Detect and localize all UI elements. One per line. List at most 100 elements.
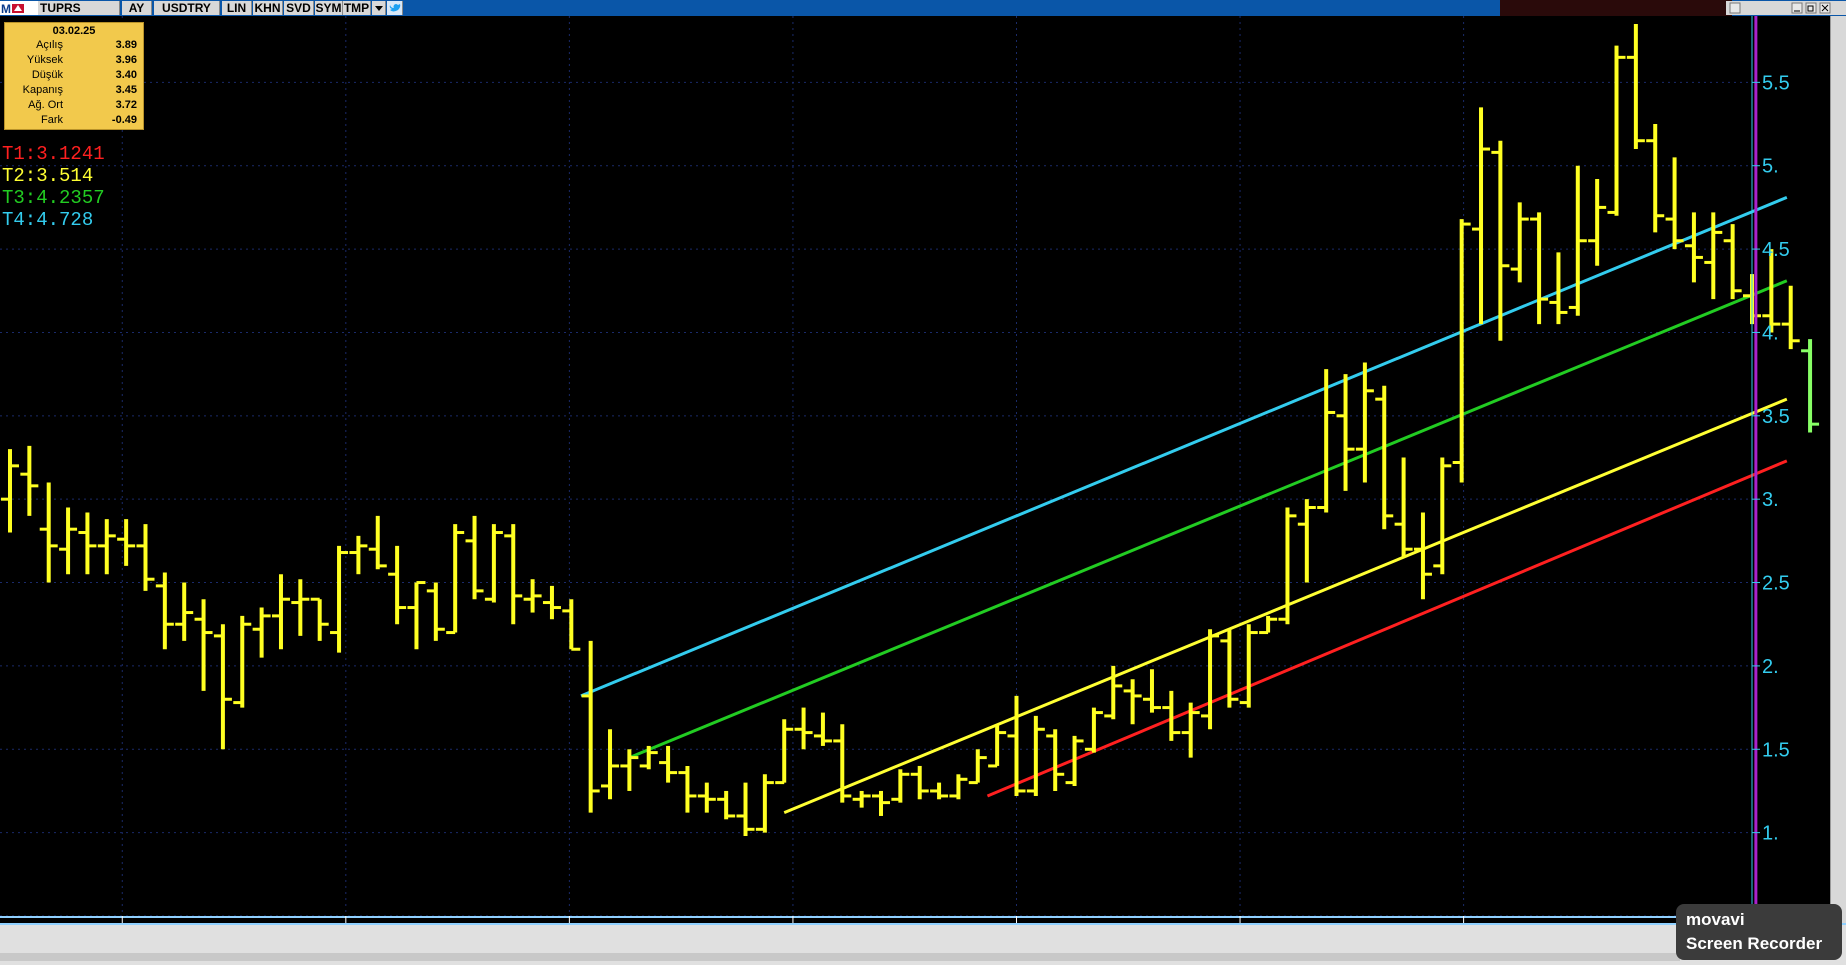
y-tick-label: 1.	[1762, 823, 1779, 845]
y-tick-label: 5.5	[1762, 72, 1790, 94]
currency-button[interactable]: USDTRY	[154, 1, 220, 15]
ohlc-bar	[1142, 669, 1161, 713]
twitter-icon[interactable]	[387, 1, 403, 15]
symbol-field[interactable]: TUPRS	[38, 1, 120, 15]
ohlc-bar	[233, 615, 252, 708]
trendline-label-t1: T1:3.1241	[2, 143, 105, 165]
ohlc-bar	[213, 624, 232, 750]
ohlc-bar	[775, 719, 794, 785]
ohlc-bar	[1123, 679, 1142, 725]
ohlc-bar	[813, 712, 832, 746]
ohlc-bar	[1626, 24, 1645, 150]
ohlc-bar	[678, 765, 697, 813]
pin-icon[interactable]	[1729, 2, 1741, 14]
svd-button[interactable]: SVD	[284, 1, 314, 15]
ohlc-bar	[59, 507, 78, 575]
ohlc-bar	[1375, 385, 1394, 530]
info-row-close: Kapanış 3.45	[5, 84, 143, 99]
ohlc-bar	[852, 790, 871, 808]
tmp-button[interactable]: TMP	[343, 1, 371, 15]
ohlc-bar	[1665, 157, 1684, 250]
ohlc-bar	[1510, 202, 1529, 283]
sym-button[interactable]: SYM	[315, 1, 343, 15]
scale-button[interactable]: LIN	[222, 1, 252, 15]
khn-button[interactable]: KHN	[253, 1, 283, 15]
ohlc-bar	[1530, 212, 1549, 325]
ohlc-bar	[1201, 629, 1220, 730]
ohlc-bar	[426, 582, 445, 641]
ohlc-bar	[446, 524, 465, 635]
ohlc-bar	[484, 524, 503, 603]
ohlc-bar	[368, 515, 387, 570]
info-row-open: Açılış 3.89	[5, 39, 143, 54]
ohlc-bar	[755, 774, 774, 833]
y-tick-label: 5.	[1762, 156, 1779, 178]
info-value: 3.45	[115, 84, 137, 96]
ohlc-bar	[736, 782, 755, 836]
ohlc-bar	[562, 599, 581, 651]
price-chart[interactable]: 0.51.1.52.2.53.3.54.4.55.5.5 18192021222…	[0, 16, 1846, 953]
app-logo: M	[0, 1, 42, 16]
ohlc-bar	[349, 535, 368, 575]
ohlc-bar	[155, 572, 174, 650]
ohlc-bar	[1259, 615, 1278, 635]
info-value: 3.96	[115, 54, 137, 66]
ohlc-bar	[252, 607, 271, 658]
movavi-logo: movavi	[1686, 910, 1745, 929]
ohlc-bar	[717, 790, 736, 820]
window-controls	[1726, 1, 1846, 15]
ohlc-bar	[1684, 212, 1703, 283]
ohlc-bar	[601, 729, 620, 800]
ohlc-bar	[542, 585, 561, 620]
dropdown-arrow-icon[interactable]	[372, 1, 386, 15]
ohlc-bar	[930, 782, 949, 800]
y-tick-label: 2.5	[1762, 573, 1790, 595]
restore-icon[interactable]	[1805, 2, 1817, 14]
ohlc-bar	[39, 482, 58, 583]
period-button[interactable]: AY	[122, 1, 152, 15]
ohlc-bar	[949, 774, 968, 800]
ohlc-bar	[136, 524, 155, 591]
ohlc-bar	[872, 790, 890, 816]
minimize-icon[interactable]	[1791, 2, 1803, 14]
logo-icon: M	[1, 2, 24, 16]
ohlc-bar	[117, 519, 136, 566]
ohlc-bar	[194, 599, 213, 691]
ohlc-bar	[175, 582, 194, 641]
info-value: 3.72	[115, 99, 137, 111]
y-tick-label: 1.5	[1762, 739, 1790, 761]
ohlc-bar	[1297, 499, 1316, 583]
clock-display	[1500, 0, 1732, 16]
ohlc-bar	[1781, 285, 1800, 350]
info-label: Kapanış	[22, 84, 63, 96]
ohlc-bar	[388, 545, 407, 625]
ohlc-bar	[407, 581, 426, 650]
ohlc-bar	[1394, 457, 1413, 558]
ohlc-bar	[465, 515, 484, 600]
ohlc-bar	[891, 769, 910, 803]
trendline-label-t3: T3:4.2357	[2, 187, 105, 209]
ohlc-bar	[1646, 124, 1665, 233]
ohlc-bar	[78, 512, 97, 575]
ohlc-bar	[910, 765, 929, 800]
info-row-avg: Ağ. Ort 3.72	[5, 99, 143, 114]
ohlc-bar	[1, 449, 19, 533]
trend-line-t1	[986, 459, 1788, 798]
ohlc-info-box: 03.02.25 Açılış 3.89 Yüksek 3.96 Düşük 3…	[4, 22, 144, 130]
ohlc-bar	[1084, 707, 1103, 753]
trend-lines	[580, 196, 1788, 815]
y-tick-label: 4.5	[1762, 239, 1790, 261]
info-label: Düşük	[31, 69, 63, 81]
horizontal-scrollbar[interactable]	[0, 953, 1680, 961]
vertical-scrollbar[interactable]	[1830, 16, 1846, 923]
ohlc-bar	[97, 519, 116, 575]
ohlc-bar	[1336, 374, 1355, 491]
ohlc-bar	[988, 724, 1007, 768]
ohlc-bar	[271, 574, 290, 650]
y-tick-label: 3.	[1762, 489, 1779, 511]
ohlc-bar	[1046, 729, 1065, 791]
close-icon[interactable]	[1819, 2, 1831, 14]
y-tick-label: 4.	[1762, 322, 1779, 344]
ohlc-bar	[504, 524, 523, 625]
ohlc-bar	[697, 782, 716, 813]
